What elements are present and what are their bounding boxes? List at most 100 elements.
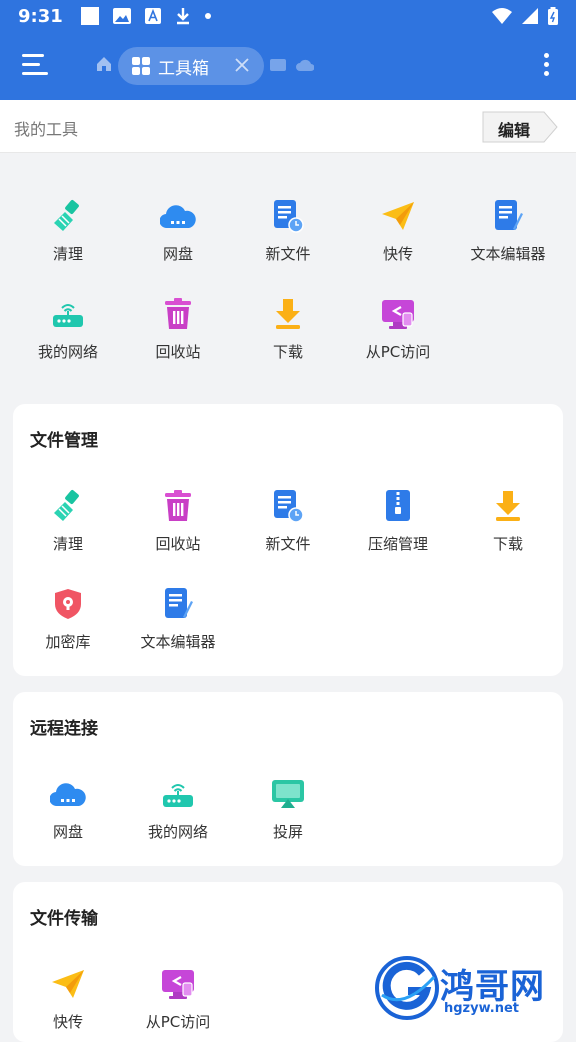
tool-my-network[interactable]: 我的网络 — [123, 754, 233, 852]
status-bar: 9:31 — [0, 0, 576, 32]
font-icon — [144, 8, 161, 24]
more-vertical-icon — [543, 53, 549, 58]
tool-label: 快传 — [382, 245, 413, 263]
close-icon[interactable] — [234, 57, 250, 73]
tool-label: 回收站 — [155, 535, 201, 553]
tool-label: 我的网络 — [147, 823, 208, 841]
file-management-grid: 清理 回收站 新文件 压缩管理 下载 加密库 文本编辑器 — [13, 466, 563, 662]
tool-new-file[interactable]: 新文件 — [233, 466, 343, 564]
broom-icon — [54, 200, 79, 231]
tool-pc-access[interactable]: 从PC访问 — [123, 944, 233, 1042]
tool-compression[interactable]: 压缩管理 — [343, 466, 453, 564]
tool-label: 文本编辑器 — [470, 245, 546, 263]
tool-label: 我的网络 — [37, 343, 98, 361]
folder-icon — [270, 59, 286, 71]
tool-cloud-drive[interactable]: 网盘 — [123, 176, 233, 274]
tool-cast[interactable]: 投屏 — [233, 754, 343, 852]
my-tools-title: 我的工具 — [14, 120, 79, 139]
more-button[interactable] — [542, 50, 550, 80]
new-file-icon — [274, 200, 304, 233]
router-icon — [53, 304, 83, 327]
tool-label: 文本编辑器 — [140, 633, 216, 651]
home-icon[interactable] — [96, 56, 112, 72]
remote-grid: 网盘 我的网络 投屏 — [13, 754, 563, 852]
edit-label: 编辑 — [498, 121, 531, 140]
tool-download[interactable]: 下载 — [453, 466, 563, 564]
section-title: 远程连接 — [30, 719, 98, 739]
broom-icon — [54, 490, 79, 521]
zip-icon — [386, 490, 410, 521]
text-editor-icon — [495, 200, 523, 230]
tool-label: 加密库 — [45, 633, 91, 651]
tool-download[interactable]: 下载 — [233, 274, 343, 372]
tool-my-network[interactable]: 我的网络 — [13, 274, 123, 372]
paper-plane-icon — [382, 202, 414, 230]
download-status-icon — [176, 8, 189, 25]
download-icon — [276, 299, 300, 329]
tool-label: 从PC访问 — [365, 343, 431, 361]
file-management-card: 文件管理 清理 回收站 新文件 压缩管理 下载 加密库 文本编辑器 — [13, 404, 563, 676]
new-file-icon — [274, 490, 304, 523]
trash-icon — [165, 490, 191, 521]
status-time: 9:31 — [18, 5, 63, 27]
remote-connection-card: 远程连接 网盘 我的网络 投屏 — [13, 692, 563, 866]
app-bar: 工具箱 — [0, 32, 576, 100]
tool-new-file[interactable]: 新文件 — [233, 176, 343, 274]
menu-icon — [22, 54, 44, 57]
grid-icon — [132, 57, 150, 75]
section-title: 文件管理 — [30, 431, 98, 451]
tool-recycle-bin[interactable]: 回收站 — [123, 274, 233, 372]
wifi-icon — [492, 8, 512, 24]
tool-label: 下载 — [272, 343, 303, 361]
tool-recycle-bin[interactable]: 回收站 — [123, 466, 233, 564]
battery-icon — [548, 7, 558, 25]
tool-label: 网盘 — [52, 823, 83, 841]
router-icon — [163, 784, 193, 807]
cloud-small-icon — [296, 59, 314, 71]
tool-label: 从PC访问 — [145, 1013, 211, 1031]
vault-icon — [55, 589, 81, 619]
signal-icon — [522, 8, 538, 24]
cloud-icon — [50, 783, 86, 807]
cast-icon — [272, 780, 304, 808]
tab-toolbox[interactable]: 工具箱 — [118, 47, 264, 85]
edit-button[interactable]: 编辑 — [482, 111, 558, 143]
tool-text-editor[interactable]: 文本编辑器 — [123, 564, 233, 662]
tool-label: 回收站 — [155, 343, 201, 361]
tool-quick-send[interactable]: 快传 — [13, 944, 123, 1042]
download-icon — [496, 491, 520, 521]
cloud-icon — [160, 205, 196, 229]
tool-vault[interactable]: 加密库 — [13, 564, 123, 662]
watermark-logo-icon — [375, 956, 439, 1020]
tool-cloud-drive[interactable]: 网盘 — [13, 754, 123, 852]
pc-access-icon — [162, 970, 194, 999]
tab-label: 工具箱 — [158, 58, 209, 79]
tool-label: 新文件 — [265, 245, 311, 263]
tool-label: 网盘 — [162, 245, 193, 263]
tool-clean[interactable]: 清理 — [13, 176, 123, 274]
my-tools-header: 我的工具 编辑 — [0, 100, 576, 153]
breadcrumb-extra — [270, 59, 314, 71]
paper-plane-icon — [52, 970, 84, 998]
tool-label: 快传 — [52, 1013, 83, 1031]
tool-clean[interactable]: 清理 — [13, 466, 123, 564]
section-title: 文件传输 — [30, 909, 98, 929]
tool-label: 新文件 — [265, 535, 311, 553]
menu-button[interactable] — [22, 54, 48, 76]
tool-label: 清理 — [52, 535, 83, 553]
watermark-url: hgzyw.net — [444, 1001, 520, 1016]
notification-square-icon — [80, 7, 99, 25]
tool-quick-send[interactable]: 快传 — [343, 176, 453, 274]
my-tools-grid: 清理 网盘 新文件 快传 文本编辑器 我的网络 回收站 下载 从PC访问 — [13, 176, 563, 372]
tool-label: 清理 — [52, 245, 83, 263]
pc-access-icon — [382, 300, 414, 329]
tool-label: 压缩管理 — [367, 535, 428, 553]
tool-label: 下载 — [492, 535, 523, 553]
dot-icon — [204, 13, 211, 19]
image-icon — [112, 8, 131, 24]
tool-text-editor[interactable]: 文本编辑器 — [453, 176, 563, 274]
watermark: 鸿哥网 hgzyw.net — [374, 955, 576, 1024]
tool-pc-access[interactable]: 从PC访问 — [343, 274, 453, 372]
text-editor-icon — [165, 588, 193, 618]
tool-label: 投屏 — [272, 823, 303, 841]
